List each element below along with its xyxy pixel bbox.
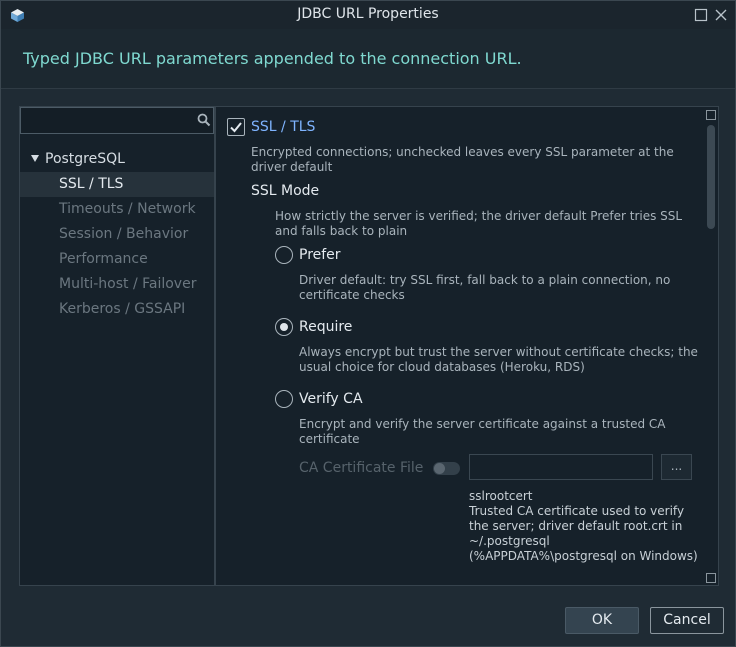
scroll-up-button[interactable] — [706, 110, 716, 120]
tree-item-postgresql[interactable]: PostgreSQL — [20, 147, 214, 172]
expand-arrow-icon[interactable] — [31, 155, 39, 162]
radio-prefer[interactable] — [275, 246, 293, 264]
radio-verify-ca-label[interactable]: Verify CA — [299, 391, 363, 407]
close-icon[interactable] — [714, 8, 728, 22]
ssl-section-label[interactable]: SSL / TLS — [251, 119, 315, 135]
checkmark-icon — [230, 122, 242, 133]
radio-prefer-description: Driver default: try SSL first, fall back… — [299, 273, 671, 302]
tree-root-label: PostgreSQL — [45, 151, 125, 167]
category-tree: PostgreSQL SSL / TLS Timeouts / Network … — [20, 147, 214, 322]
tree-item-multi-host-failover[interactable]: Multi-host / Failover — [20, 272, 214, 297]
tree-item-ssl-tls[interactable]: SSL / TLS — [20, 172, 214, 197]
search-input[interactable] — [23, 110, 193, 131]
ssl-enabled-checkbox[interactable] — [227, 118, 245, 136]
radio-verify-ca[interactable] — [275, 390, 293, 408]
tree-item-performance[interactable]: Performance — [20, 247, 214, 272]
description-header: Typed JDBC URL parameters appended to th… — [1, 29, 735, 89]
scroll-thumb[interactable] — [707, 125, 715, 229]
search-icon[interactable] — [197, 113, 211, 127]
ssl-mode-description: How strictly the server is verified; the… — [275, 209, 683, 238]
ok-button[interactable]: OK — [565, 607, 639, 634]
dialog-window: JDBC URL Properties Typed JDBC URL param… — [0, 0, 736, 647]
ssl-mode-label: SSL Mode — [251, 183, 320, 199]
ca-file-path-input[interactable] — [469, 454, 653, 480]
radio-require[interactable] — [275, 318, 293, 336]
vertical-scrollbar[interactable] — [704, 107, 718, 585]
ca-certificate-file-label: CA Certificate File — [299, 460, 424, 476]
maximize-icon[interactable] — [694, 8, 708, 22]
tree-item-session-behavior[interactable]: Session / Behavior — [20, 222, 214, 247]
param-description: Trusted CA certificate used to verify th… — [469, 504, 698, 563]
header-description: Typed JDBC URL parameters appended to th… — [23, 49, 522, 68]
browse-button[interactable]: ... — [661, 454, 692, 480]
ca-file-toggle[interactable] — [433, 462, 460, 475]
title-bar[interactable]: JDBC URL Properties — [1, 1, 735, 29]
tree-item-kerberos-gssapi[interactable]: Kerberos / GSSAPI — [20, 297, 214, 322]
scroll-down-button[interactable] — [706, 573, 716, 583]
settings-panel: SSL / TLS Encrypted connections; uncheck… — [215, 106, 719, 586]
radio-require-description: Always encrypt but trust the server with… — [299, 345, 698, 374]
radio-prefer-label[interactable]: Prefer — [299, 247, 341, 263]
cancel-button[interactable]: Cancel — [650, 607, 724, 634]
ssl-description: Encrypted connections; unchecked leaves … — [251, 145, 674, 174]
category-panel: PostgreSQL SSL / TLS Timeouts / Network … — [19, 106, 215, 586]
param-name: sslrootcert — [469, 489, 533, 503]
tree-item-timeouts-network[interactable]: Timeouts / Network — [20, 197, 214, 222]
window-title: JDBC URL Properties — [297, 6, 439, 22]
search-box — [20, 107, 214, 134]
radio-require-label[interactable]: Require — [299, 319, 352, 335]
radio-verify-ca-description: Encrypt and verify the server certificat… — [299, 417, 666, 446]
